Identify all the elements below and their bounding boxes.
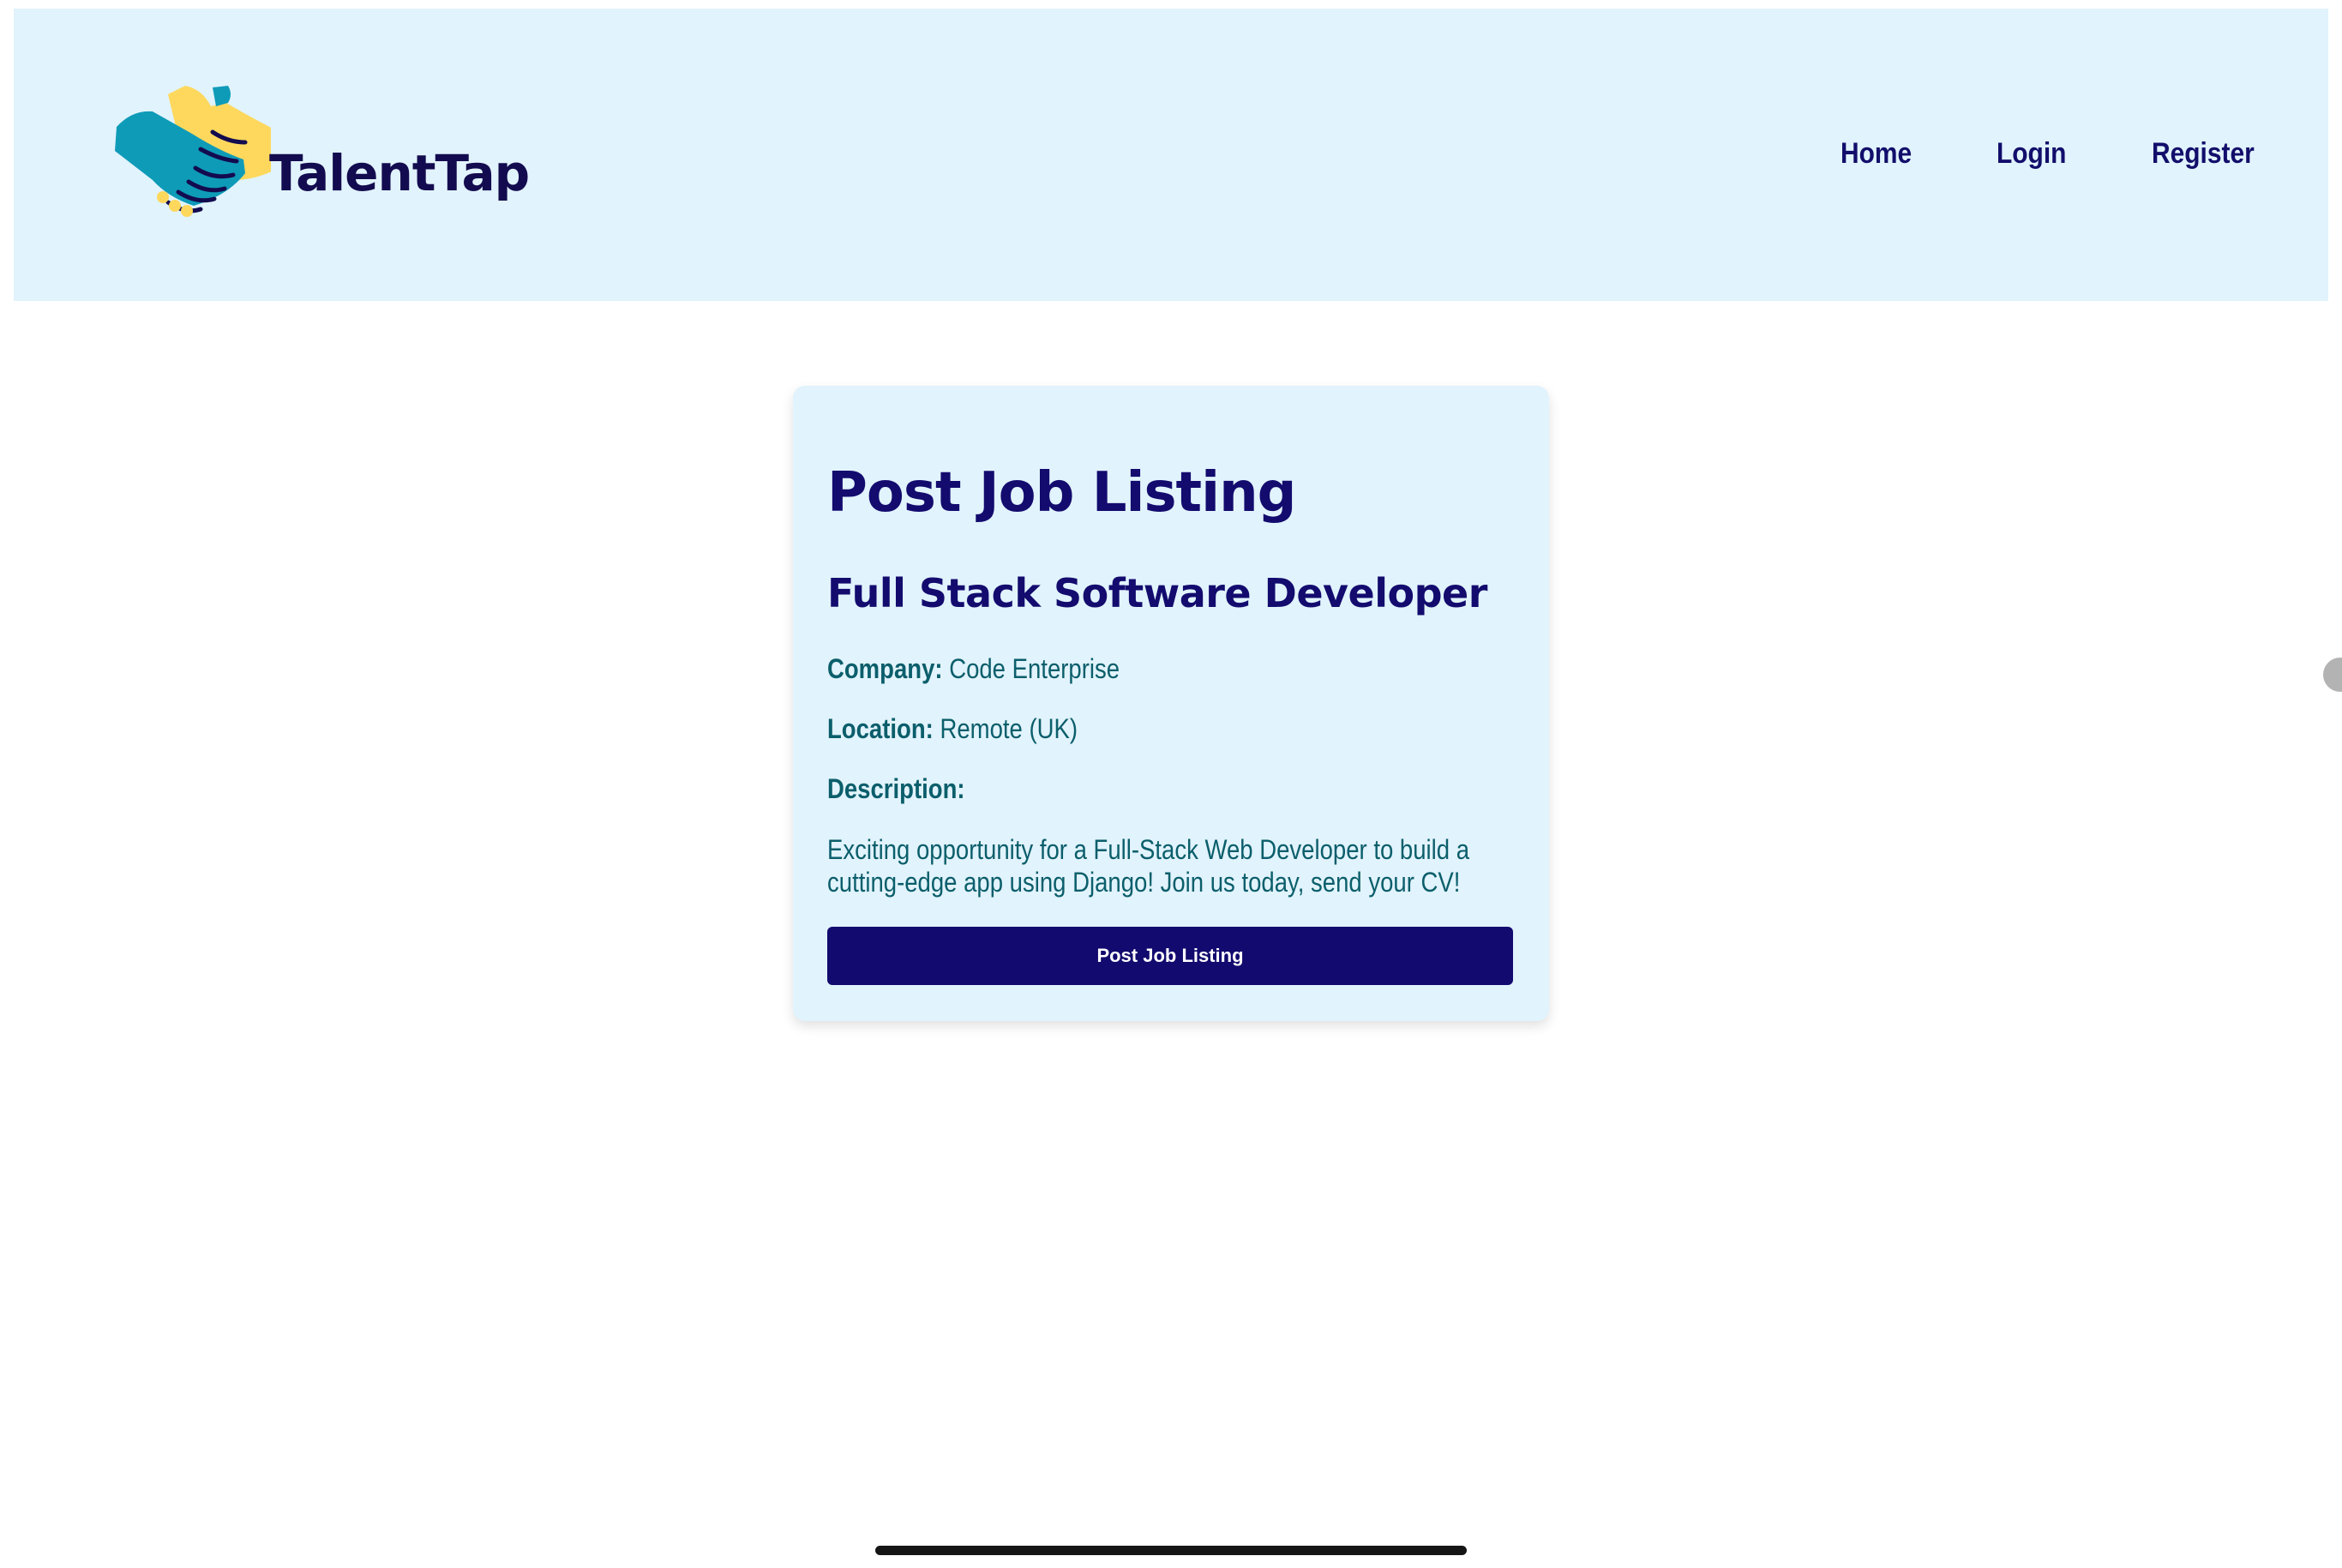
nav-login-link[interactable]: Login	[1997, 137, 2066, 171]
company-field: Company: Code Enterprise	[827, 653, 1120, 685]
description-text: Exciting opportunity for a Full-Stack We…	[827, 834, 1470, 898]
post-job-listing-button[interactable]: Post Job Listing	[827, 927, 1513, 985]
nav-home-link[interactable]: Home	[1841, 137, 1912, 171]
company-value: Code Enterprise	[949, 653, 1120, 684]
job-title: Full Stack Software Developer	[827, 570, 1487, 616]
site-header: TalentTap Home Login Register	[14, 9, 2328, 301]
page-title: Post Job Listing	[827, 461, 1296, 525]
nav-register-link[interactable]: Register	[2152, 137, 2255, 171]
location-value: Remote (UK)	[940, 713, 1078, 744]
job-listing-card: Post Job Listing Full Stack Software Dev…	[793, 386, 1549, 1021]
page: TalentTap Home Login Register Post Job L…	[0, 0, 2342, 1568]
brand-logo-link[interactable]: TalentTap	[99, 77, 545, 249]
description-label: Description:	[827, 773, 965, 804]
handshake-icon	[115, 86, 271, 217]
location-field: Location: Remote (UK)	[827, 713, 1078, 745]
main-nav: Home Login Register	[1841, 137, 2268, 171]
location-label: Location:	[827, 713, 934, 744]
description-field: Description:	[827, 773, 965, 805]
company-label: Company:	[827, 653, 943, 684]
scroll-handle[interactable]	[2323, 658, 2342, 692]
home-indicator	[875, 1546, 1467, 1555]
brand-name: TalentTap	[269, 144, 530, 202]
